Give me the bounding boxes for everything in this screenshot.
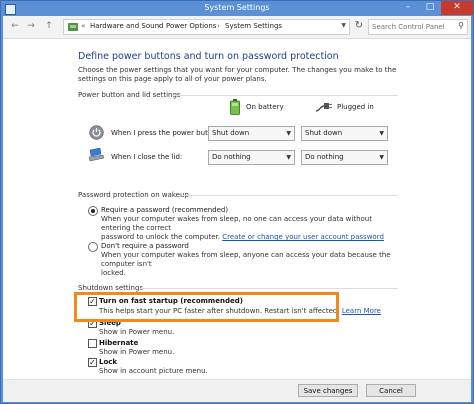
breadcrumb-separator-icon: › bbox=[217, 22, 220, 30]
require-password-radio[interactable] bbox=[88, 206, 98, 216]
divider bbox=[173, 95, 398, 96]
search-input[interactable] bbox=[372, 21, 452, 32]
maximize-icon[interactable]: □ bbox=[419, 1, 441, 15]
breadcrumb-item-power-options[interactable]: Power Options bbox=[166, 22, 216, 30]
window-controls: – □ ✕ bbox=[397, 1, 473, 15]
divider bbox=[183, 195, 398, 196]
highlight-box bbox=[74, 292, 339, 322]
no-password-description: When your computer wakes from sleep, any… bbox=[101, 251, 391, 277]
group-label-shutdown: Shutdown settings bbox=[78, 284, 144, 292]
lock-label[interactable]: Lock bbox=[99, 358, 117, 366]
breadcrumb-item-system-settings[interactable]: System Settings bbox=[225, 22, 282, 30]
group-label-password: Password protection on wakeup bbox=[78, 191, 189, 199]
hibernate-checkbox[interactable] bbox=[88, 339, 97, 348]
require-password-label[interactable]: Require a password (recommended) bbox=[101, 206, 228, 214]
search-icon[interactable]: ⚲ bbox=[458, 21, 464, 30]
power-button-on-battery-select[interactable]: Shut down ▼ bbox=[208, 126, 295, 141]
close-lid-plugged-in-select[interactable]: Do nothing ▼ bbox=[301, 150, 388, 165]
page-intro: Choose the power settings that you want … bbox=[78, 66, 397, 83]
breadcrumb-item-hardware-and-sound[interactable]: Hardware and Sound bbox=[90, 22, 163, 30]
hibernate-label[interactable]: Hibernate bbox=[99, 339, 138, 347]
control-panel-icon bbox=[68, 23, 78, 31]
divider bbox=[141, 288, 398, 289]
breadcrumb-separator-icon: › bbox=[158, 22, 161, 30]
save-changes-button[interactable]: Save changes bbox=[298, 384, 358, 397]
power-button-icon bbox=[89, 125, 104, 140]
hibernate-description: Show in Power menu. bbox=[99, 348, 175, 356]
chevron-down-icon: ▼ bbox=[286, 130, 291, 137]
up-arrow-icon[interactable]: ↑ bbox=[43, 20, 55, 32]
create-password-link[interactable]: Create or change your user account passw… bbox=[222, 233, 384, 241]
client-area: ← → ↑ « Hardware and Sound › Power Optio… bbox=[3, 16, 471, 402]
close-icon[interactable]: ✕ bbox=[441, 1, 473, 15]
main-content: Define power buttons and turn on passwor… bbox=[3, 39, 471, 379]
back-arrow-icon[interactable]: ← bbox=[9, 20, 21, 32]
forward-arrow-icon[interactable]: → bbox=[25, 20, 37, 32]
label-power-button-action: When I press the power button: bbox=[111, 129, 222, 137]
chevron-down-icon: ▼ bbox=[379, 154, 384, 161]
learn-more-link[interactable]: Learn More bbox=[342, 307, 381, 315]
require-password-description: When your computer wakes from sleep, no … bbox=[101, 215, 384, 241]
column-header-on-battery: On battery bbox=[246, 103, 284, 111]
no-password-label[interactable]: Don't require a password bbox=[101, 242, 189, 250]
sleep-description: Show in Power menu. bbox=[99, 328, 175, 336]
title-bar[interactable]: System Settings – □ ✕ bbox=[1, 1, 473, 16]
close-lid-on-battery-select[interactable]: Do nothing ▼ bbox=[208, 150, 295, 165]
minimize-icon[interactable]: – bbox=[397, 1, 419, 15]
lock-checkbox[interactable]: ✓ bbox=[88, 358, 97, 367]
breadcrumb[interactable]: « Hardware and Sound › Power Options › S… bbox=[63, 19, 350, 35]
window: System Settings – □ ✕ ← → ↑ « Hardware a… bbox=[0, 0, 474, 404]
column-header-plugged-in: Plugged in bbox=[337, 103, 374, 111]
chevron-down-icon: ▼ bbox=[379, 130, 384, 137]
no-password-radio[interactable] bbox=[88, 242, 98, 252]
power-plug-icon bbox=[315, 103, 332, 112]
chevron-down-icon: ▼ bbox=[286, 154, 291, 161]
laptop-lid-icon bbox=[88, 148, 105, 162]
battery-icon bbox=[230, 99, 240, 115]
cancel-button[interactable]: Cancel bbox=[366, 384, 416, 397]
breadcrumb-overflow-icon[interactable]: « bbox=[81, 22, 85, 30]
refresh-icon[interactable]: ↻ bbox=[353, 20, 365, 32]
label-close-lid-action: When I close the lid: bbox=[111, 153, 183, 161]
search-box[interactable]: ⚲ bbox=[368, 19, 468, 35]
navigation-bar: ← → ↑ « Hardware and Sound › Power Optio… bbox=[3, 16, 471, 39]
group-label-power-buttons: Power button and lid settings bbox=[78, 91, 181, 99]
page-title: Define power buttons and turn on passwor… bbox=[78, 51, 339, 62]
lock-description: Show in account picture menu. bbox=[99, 367, 208, 375]
power-button-plugged-in-select[interactable]: Shut down ▼ bbox=[301, 126, 388, 141]
footer-bar: Save changes Cancel bbox=[3, 379, 471, 402]
chevron-down-icon[interactable]: ▼ bbox=[341, 22, 346, 29]
